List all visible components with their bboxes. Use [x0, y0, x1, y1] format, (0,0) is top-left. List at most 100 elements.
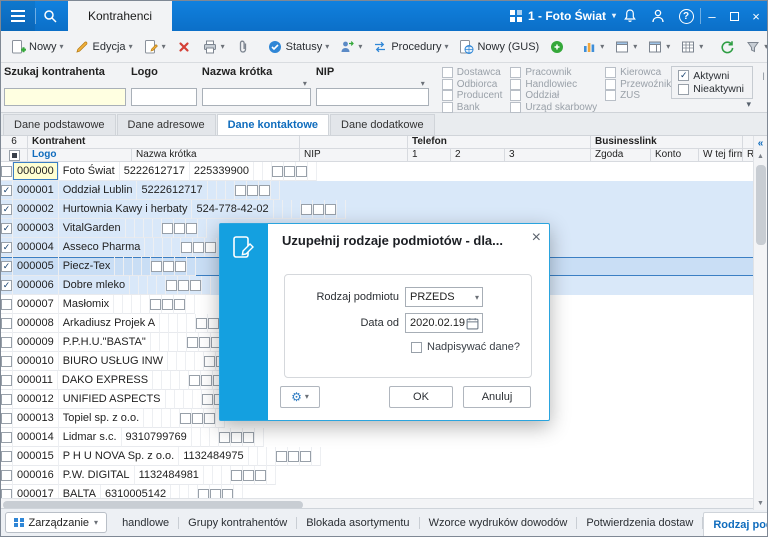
row-select-checkbox[interactable]: [1, 447, 13, 466]
cell-logo[interactable]: 000009: [13, 333, 59, 352]
cell-nip[interactable]: 1132484975: [179, 447, 249, 466]
dialog-settings-button[interactable]: ⚙ ▾: [280, 386, 320, 408]
cell-zgoda-checkbox[interactable]: [201, 390, 214, 409]
company-selector[interactable]: 1 - Foto Świat ▾: [509, 9, 616, 23]
cell-telefon-1[interactable]: [154, 238, 164, 257]
cell-nip[interactable]: [167, 352, 177, 371]
cell-logo[interactable]: 000002: [13, 200, 59, 219]
close-button[interactable]: ×: [745, 1, 767, 31]
cell-zgoda-checkbox[interactable]: [189, 371, 202, 390]
cell-zgoda-checkbox[interactable]: [234, 181, 247, 200]
cell-nip[interactable]: [130, 276, 140, 295]
row-select-checkbox[interactable]: [1, 485, 13, 498]
cell-telefon-3[interactable]: [225, 181, 235, 200]
cell-logo[interactable]: 000001: [13, 181, 59, 200]
cell-konto-checkbox[interactable]: [210, 485, 223, 498]
help-icon[interactable]: ?: [672, 1, 700, 31]
cell-konto-checkbox[interactable]: [163, 257, 176, 276]
select-all-cell[interactable]: [1, 149, 28, 162]
cell-telefon-3[interactable]: [194, 352, 204, 371]
procedures-button[interactable]: Procedury ▾: [367, 36, 453, 58]
cell-r[interactable]: [187, 257, 197, 276]
cell-w-tej-firmie-checkbox[interactable]: [222, 485, 235, 498]
vertical-scrollbar-thumb[interactable]: [755, 165, 766, 245]
checkbox-bank[interactable]: Bank: [441, 101, 503, 114]
cell-konto-checkbox[interactable]: [178, 276, 191, 295]
cell-r[interactable]: [266, 466, 276, 485]
select-all-checkbox[interactable]: [8, 149, 20, 161]
cell-telefon-2[interactable]: [183, 390, 193, 409]
bottom-tab-rodzaj-podmiotu[interactable]: Rodzaj podmiotu: [703, 511, 767, 536]
cell-telefon-2[interactable]: [143, 219, 153, 238]
cell-r[interactable]: [336, 200, 346, 219]
cell-nip[interactable]: [165, 390, 175, 409]
cell-logo[interactable]: 000010: [13, 352, 59, 371]
cell-zgoda-checkbox[interactable]: [161, 219, 174, 238]
row-select-checkbox[interactable]: [1, 428, 13, 447]
row-select-checkbox[interactable]: [1, 314, 13, 333]
minimize-button[interactable]: –: [701, 1, 723, 31]
cell-telefon-1[interactable]: [153, 409, 163, 428]
cell-nazwa-krotka[interactable]: Dobre mleko: [58, 276, 131, 295]
cell-r[interactable]: [311, 447, 321, 466]
cell-nip[interactable]: 1132484981: [134, 466, 204, 485]
cell-telefon-3[interactable]: [171, 409, 181, 428]
cell-zgoda-checkbox[interactable]: [150, 295, 163, 314]
checkbox-nieaktywni[interactable]: Nieaktywni: [678, 83, 744, 95]
cell-telefon-1[interactable]: [124, 257, 134, 276]
cell-zgoda-checkbox[interactable]: [186, 333, 199, 352]
cell-telefon-2[interactable]: [162, 409, 172, 428]
cell-telefon-3[interactable]: [262, 162, 272, 181]
row-select-checkbox[interactable]: ✓: [1, 181, 13, 200]
gus-import-button[interactable]: [544, 36, 570, 58]
cell-nazwa-krotka[interactable]: BIURO USŁUG INW: [58, 352, 168, 371]
cell-telefon-2[interactable]: [253, 162, 263, 181]
cell-w-tej-firmie-checkbox[interactable]: [205, 238, 218, 257]
cell-logo[interactable]: 000007: [13, 295, 59, 314]
zarzadzanie-button[interactable]: Zarządzanie ▾: [5, 512, 108, 533]
new-button[interactable]: Nowy ▾: [5, 36, 69, 58]
cell-w-tej-firmie-checkbox[interactable]: [254, 466, 267, 485]
table-row[interactable]: 000014 Lidmar s.c. 9310799769: [1, 428, 755, 447]
cell-konto-checkbox[interactable]: [230, 428, 243, 447]
cell-konto-checkbox[interactable]: [201, 371, 214, 390]
bottom-tab-grupy-kontrahentow[interactable]: Grupy kontrahentów: [179, 512, 296, 534]
cell-telefon-1[interactable]: [169, 314, 179, 333]
tab-dane-adresowe[interactable]: Dane adresowe: [116, 114, 216, 135]
menu-icon[interactable]: [1, 1, 35, 31]
cell-telefon-1[interactable]: [191, 428, 201, 447]
cell-telefon-1[interactable]: [139, 276, 149, 295]
cell-telefon-2[interactable]: [185, 352, 195, 371]
cell-telefon-1[interactable]: [207, 181, 217, 200]
cell-w-tej-firmie-checkbox[interactable]: [185, 219, 198, 238]
cell-w-tej-firmie-checkbox[interactable]: [174, 295, 187, 314]
cell-nazwa-krotka[interactable]: Lidmar s.c.: [58, 428, 122, 447]
cell-w-tej-firmie-checkbox[interactable]: [324, 200, 337, 219]
cell-logo[interactable]: 000013: [13, 409, 59, 428]
cell-telefon-3[interactable]: [291, 200, 301, 219]
cell-logo[interactable]: 000017: [13, 485, 59, 498]
cell-telefon-2[interactable]: [282, 200, 292, 219]
cell-nip[interactable]: [144, 409, 154, 428]
cell-telefon-1[interactable]: [176, 352, 186, 371]
logo-filter-input[interactable]: [130, 88, 197, 106]
cell-telefon-2[interactable]: [168, 333, 178, 352]
cell-nip[interactable]: 5222612717: [119, 162, 190, 181]
group-header-telefon[interactable]: Telefon: [408, 136, 591, 149]
cell-telefon-2[interactable]: [163, 238, 173, 257]
cell-w-tej-firmie-checkbox[interactable]: [242, 428, 255, 447]
cell-nazwa-krotka[interactable]: Piecz-Tex: [58, 257, 116, 276]
rodzaj-podmiotu-select[interactable]: PRZEDS ▾: [405, 287, 483, 307]
delete-button[interactable]: [171, 36, 197, 58]
cell-logo[interactable]: 000004: [13, 238, 59, 257]
cell-nazwa-krotka[interactable]: P.W. DIGITAL: [58, 466, 135, 485]
cell-r[interactable]: [186, 295, 196, 314]
checkbox-aktywni[interactable]: ✓ Aktywni: [678, 70, 744, 82]
cell-telefon-3[interactable]: [142, 257, 152, 276]
refresh-button[interactable]: [714, 36, 740, 58]
cell-logo[interactable]: 000006: [13, 276, 59, 295]
cell-nazwa-krotka[interactable]: Arkadiusz Projek A: [58, 314, 161, 333]
table-row[interactable]: 000017 BALTA 6310005142: [1, 485, 755, 498]
column-header-nip[interactable]: NIP: [300, 149, 408, 162]
cell-nazwa-krotka[interactable]: DAKO EXPRESS: [57, 371, 154, 390]
